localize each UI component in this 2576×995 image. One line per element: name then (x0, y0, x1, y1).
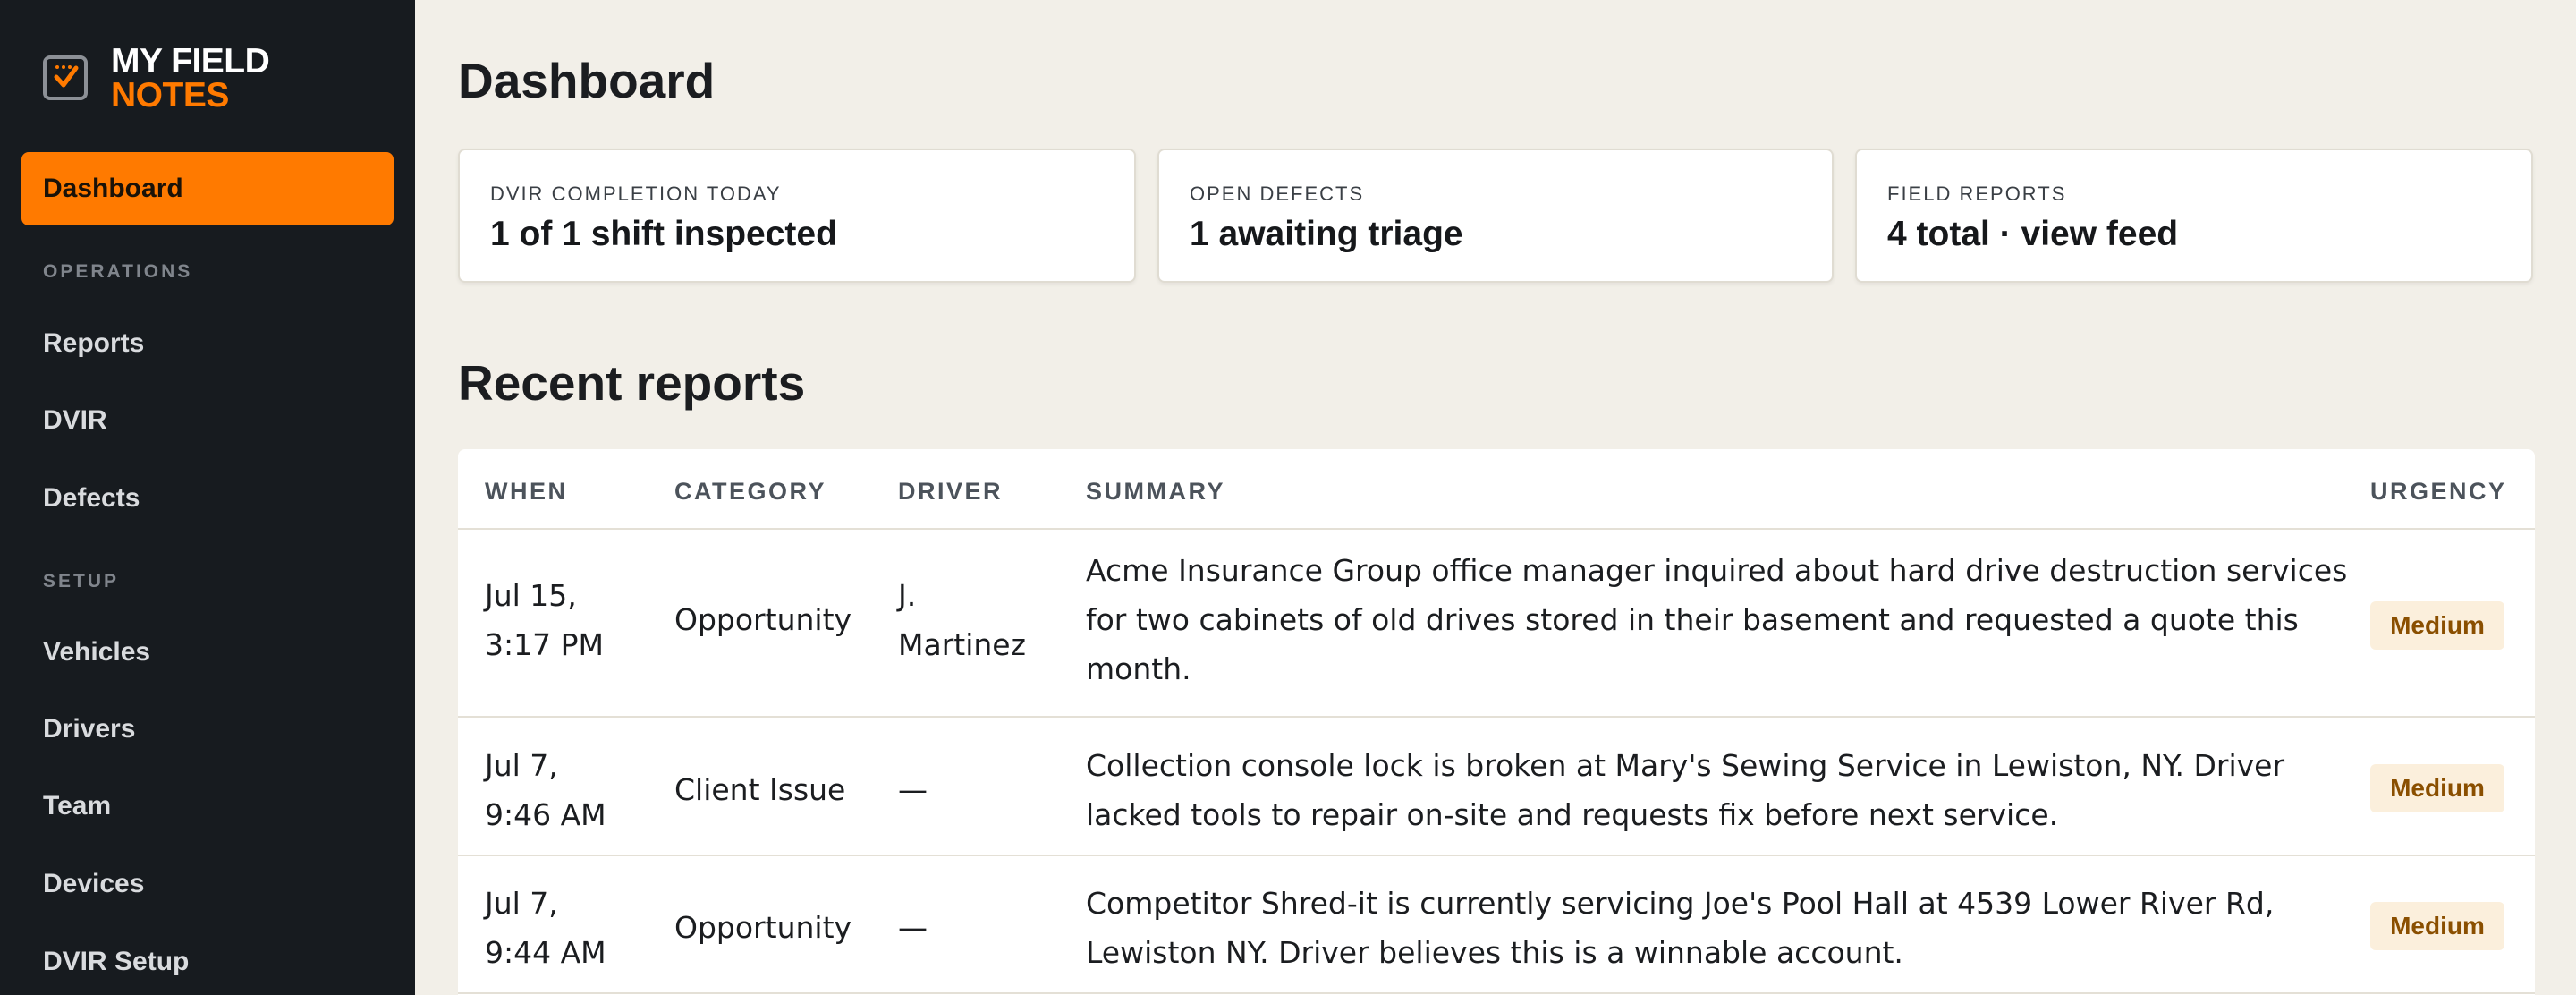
sidebar-item-team[interactable]: Team (43, 791, 111, 821)
divider (458, 716, 2535, 718)
stat-card-field-reports[interactable]: FIELD REPORTS 4 total · view feed (1855, 149, 2533, 283)
cell-summary: Collection console lock is broken at Mar… (1086, 748, 2285, 832)
urgency-badge: Medium (2370, 902, 2504, 950)
cell-category: Opportunity (674, 910, 852, 945)
logo-text-line2: NOTES (111, 76, 229, 115)
sidebar-item-dashboard[interactable]: Dashboard (21, 152, 394, 225)
card-label: FIELD REPORTS (1887, 183, 2067, 205)
cell-when: Jul 15, 3:17 PM (485, 578, 604, 662)
divider (458, 528, 2535, 530)
sidebar-section-operations: OPERATIONS (43, 261, 193, 282)
reports-table: WHEN CATEGORY DRIVER SUMMARY URGENCY Jul… (458, 449, 2535, 995)
app-logo[interactable]: MY FIELD NOTES (43, 42, 270, 115)
column-header-urgency[interactable]: URGENCY (2370, 478, 2507, 506)
sidebar-item-dvir[interactable]: DVIR (43, 405, 107, 436)
urgency-badge: Medium (2370, 764, 2504, 812)
sidebar-item-defects[interactable]: Defects (43, 483, 140, 514)
sidebar-section-setup: SETUP (43, 571, 120, 591)
cell-driver: — (898, 910, 928, 945)
divider (458, 992, 2535, 994)
card-value[interactable]: 4 total · view feed (1887, 215, 2531, 254)
cell-driver: — (898, 772, 928, 807)
sidebar-item-vehicles[interactable]: Vehicles (43, 637, 150, 668)
card-label: OPEN DEFECTS (1190, 183, 1365, 205)
divider (458, 855, 2535, 856)
card-value: 1 of 1 shift inspected (490, 215, 837, 253)
card-value: 1 awaiting triage (1190, 215, 1463, 253)
column-header-category[interactable]: CATEGORY (674, 478, 826, 506)
cell-summary: Acme Insurance Group office manager inqu… (1086, 553, 2348, 686)
cell-when: Jul 7, 9:44 AM (485, 886, 606, 970)
cell-when: Jul 7, 9:46 AM (485, 748, 606, 832)
sidebar: MY FIELD NOTES Dashboard OPERATIONS Repo… (0, 0, 415, 995)
column-header-when[interactable]: WHEN (485, 478, 568, 506)
sidebar-item-dvir-setup[interactable]: DVIR Setup (43, 947, 189, 977)
stat-card-dvir-completion[interactable]: DVIR COMPLETION TODAY 1 of 1 shift inspe… (458, 149, 1136, 283)
cell-driver: J. Martinez (898, 578, 1026, 662)
card-label: DVIR COMPLETION TODAY (490, 183, 782, 205)
column-header-driver[interactable]: DRIVER (898, 478, 1003, 506)
cell-category: Opportunity (674, 602, 852, 637)
sidebar-item-drivers[interactable]: Drivers (43, 714, 135, 744)
checkbox-icon (43, 55, 88, 100)
sidebar-item-devices[interactable]: Devices (43, 869, 144, 899)
logo-text-line1: MY FIELD (111, 42, 270, 81)
urgency-badge: Medium (2370, 601, 2504, 650)
column-header-summary[interactable]: SUMMARY (1086, 478, 1225, 506)
cell-summary: Competitor Shred-it is currently servici… (1086, 886, 2275, 970)
page-title: Dashboard (458, 53, 716, 108)
cell-category: Client Issue (674, 772, 846, 807)
sidebar-item-reports[interactable]: Reports (43, 328, 144, 359)
stat-card-open-defects[interactable]: OPEN DEFECTS 1 awaiting triage (1157, 149, 1834, 283)
recent-reports-title: Recent reports (458, 355, 806, 411)
